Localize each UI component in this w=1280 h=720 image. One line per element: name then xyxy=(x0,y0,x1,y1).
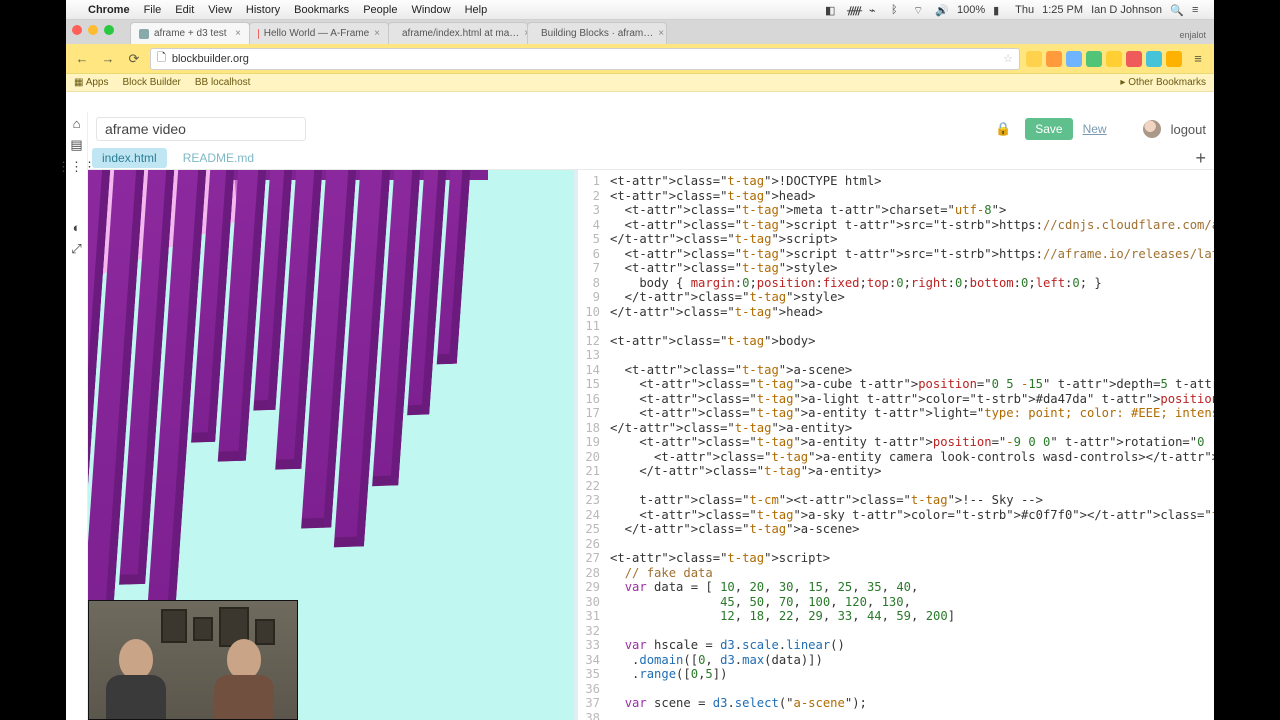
menu-bookmarks[interactable]: Bookmarks xyxy=(294,4,349,16)
home-icon[interactable]: ⌂ xyxy=(70,116,84,130)
extension-icons xyxy=(1026,51,1182,67)
picture-frame-icon xyxy=(161,609,187,643)
bluetooth-icon[interactable]: ᛒ xyxy=(891,4,905,16)
menubar-extra-icon[interactable]: ⌁ xyxy=(869,4,883,16)
webcam-person xyxy=(209,639,279,719)
menu-history[interactable]: History xyxy=(246,4,280,16)
spotlight-icon[interactable]: 🔍 xyxy=(1170,4,1184,16)
tab-close-icon[interactable]: × xyxy=(658,28,664,39)
notifications-icon[interactable]: ≡ xyxy=(1192,4,1206,16)
code-editor[interactable]: 1234567891011121314151617181920212223242… xyxy=(578,170,1214,720)
extension-icon[interactable] xyxy=(1106,51,1122,67)
fill-icon[interactable]: ◐ xyxy=(70,220,84,234)
menu-view[interactable]: View xyxy=(208,4,232,16)
tab-title: Building Blocks · afram… xyxy=(541,28,653,39)
apps-shortcut[interactable]: ▦ Apps xyxy=(74,77,108,88)
menubar-extra-icon[interactable]: ᚏ xyxy=(847,4,861,16)
extension-icon[interactable] xyxy=(1166,51,1182,67)
tab-close-icon[interactable]: × xyxy=(235,28,241,39)
profile-badge[interactable]: enjalot xyxy=(1179,30,1206,40)
bookmark-star-icon[interactable]: ☆ xyxy=(1003,52,1013,65)
tab-title: aframe + d3 test xyxy=(154,28,227,39)
bookmark-item[interactable]: BB localhost xyxy=(195,77,251,88)
menubar-status-area: ◧ ᚏ ⌁ ᛒ ⌔ 🔊 100% ▮ Thu 1:25 PM Ian D Joh… xyxy=(825,4,1206,16)
logout-link[interactable]: logout xyxy=(1171,122,1206,137)
extension-icon[interactable] xyxy=(1126,51,1142,67)
nav-back-button[interactable]: ← xyxy=(72,49,92,69)
menu-edit[interactable]: Edit xyxy=(175,4,194,16)
browser-tab[interactable]: aframe + d3 test × xyxy=(130,22,250,44)
menubar-user[interactable]: Ian D Johnson xyxy=(1091,4,1162,16)
browser-tab[interactable]: Building Blocks · afram… × xyxy=(527,22,667,44)
browser-toolbar: ← → ⟳ 🗋 blockbuilder.org ☆ ≡ xyxy=(66,44,1214,74)
address-bar[interactable]: 🗋 blockbuilder.org ☆ xyxy=(150,48,1020,70)
workspace: 1234567891011121314151617181920212223242… xyxy=(88,170,1214,720)
page-info-icon[interactable]: 🗋 xyxy=(157,49,166,68)
code-content[interactable]: <t-attr">class="t-tag">!DOCTYPE html><t-… xyxy=(610,174,1210,720)
webcam-person xyxy=(101,639,171,719)
window-close-button[interactable] xyxy=(72,25,82,35)
left-tool-rail: ⌂ ▤ ⋮⋮⋮ ◐ ⤢ xyxy=(66,112,88,720)
menubar-extra-icon[interactable]: ◧ xyxy=(825,4,839,16)
menu-window[interactable]: Window xyxy=(411,4,450,16)
preview-pane[interactable] xyxy=(88,170,578,720)
window-minimize-button[interactable] xyxy=(88,25,98,35)
picture-frame-icon xyxy=(193,617,213,641)
bookmark-item[interactable]: Block Builder xyxy=(122,77,180,88)
blockbuilder-app: ⌂ ▤ ⋮⋮⋮ ◐ ⤢ aframe video 🔒 Save New logo… xyxy=(66,112,1214,720)
volume-icon[interactable]: 🔊 xyxy=(935,4,949,16)
window-controls xyxy=(72,25,114,35)
private-lock-icon[interactable]: 🔒 xyxy=(995,121,1011,137)
menubar-day[interactable]: Thu xyxy=(1015,4,1034,16)
chrome-menu-button[interactable]: ≡ xyxy=(1188,49,1208,69)
window-zoom-button[interactable] xyxy=(104,25,114,35)
add-file-button[interactable]: + xyxy=(1195,148,1206,169)
tab-title: aframe/index.html at ma… xyxy=(402,28,519,39)
menu-file[interactable]: File xyxy=(144,4,162,16)
webcam-overlay xyxy=(88,600,298,720)
gist-title-input[interactable]: aframe video xyxy=(96,117,306,141)
extension-icon[interactable] xyxy=(1086,51,1102,67)
url-text: blockbuilder.org xyxy=(172,53,249,65)
tab-title: Hello World — A-Frame xyxy=(264,28,369,39)
nav-forward-button[interactable]: → xyxy=(98,49,118,69)
battery-percent[interactable]: 100% xyxy=(957,4,985,16)
file-tab-readme[interactable]: README.md xyxy=(173,148,264,168)
battery-icon[interactable]: ▮ xyxy=(993,4,1007,16)
gist-title-text: aframe video xyxy=(105,121,186,137)
tab-favicon-icon xyxy=(139,29,149,39)
line-gutter: 1234567891011121314151617181920212223242… xyxy=(578,174,606,720)
extension-icon[interactable] xyxy=(1066,51,1082,67)
user-avatar-icon[interactable] xyxy=(1143,120,1161,138)
menu-help[interactable]: Help xyxy=(465,4,488,16)
bookmarks-bar: ▦ Apps Block Builder BB localhost ▸ Othe… xyxy=(66,74,1214,92)
extension-icon[interactable] xyxy=(1146,51,1162,67)
new-link[interactable]: New xyxy=(1083,122,1107,136)
mac-menubar: Chrome File Edit View History Bookmarks … xyxy=(66,0,1214,20)
save-button[interactable]: Save xyxy=(1025,118,1072,140)
file-tab-index[interactable]: index.html xyxy=(92,148,167,168)
sidebyside-icon[interactable]: ▤ xyxy=(70,138,84,152)
grid-icon[interactable]: ⋮⋮⋮ xyxy=(70,160,84,174)
browser-tab[interactable]: aframe/index.html at ma… × xyxy=(388,22,528,44)
menubar-time[interactable]: 1:25 PM xyxy=(1042,4,1083,16)
tab-close-icon[interactable]: × xyxy=(374,28,380,39)
browser-window: aframe + d3 test × Hello World — A-Frame… xyxy=(66,20,1214,720)
nav-reload-button[interactable]: ⟳ xyxy=(124,49,144,69)
other-bookmarks[interactable]: ▸ Other Bookmarks xyxy=(1120,77,1206,88)
menu-people[interactable]: People xyxy=(363,4,397,16)
app-header: aframe video 🔒 Save New logout xyxy=(88,112,1214,146)
browser-tab[interactable]: Hello World — A-Frame × xyxy=(249,22,389,44)
menubar-app-name[interactable]: Chrome xyxy=(88,4,130,16)
extension-icon[interactable] xyxy=(1046,51,1062,67)
extension-icon[interactable] xyxy=(1026,51,1042,67)
file-tab-bar: index.html README.md xyxy=(88,146,1214,170)
tab-favicon-icon xyxy=(258,29,259,39)
wifi-icon[interactable]: ⌔ xyxy=(913,4,927,16)
browser-tabstrip: aframe + d3 test × Hello World — A-Frame… xyxy=(66,20,1214,44)
fullscreen-icon[interactable]: ⤢ xyxy=(70,242,84,256)
